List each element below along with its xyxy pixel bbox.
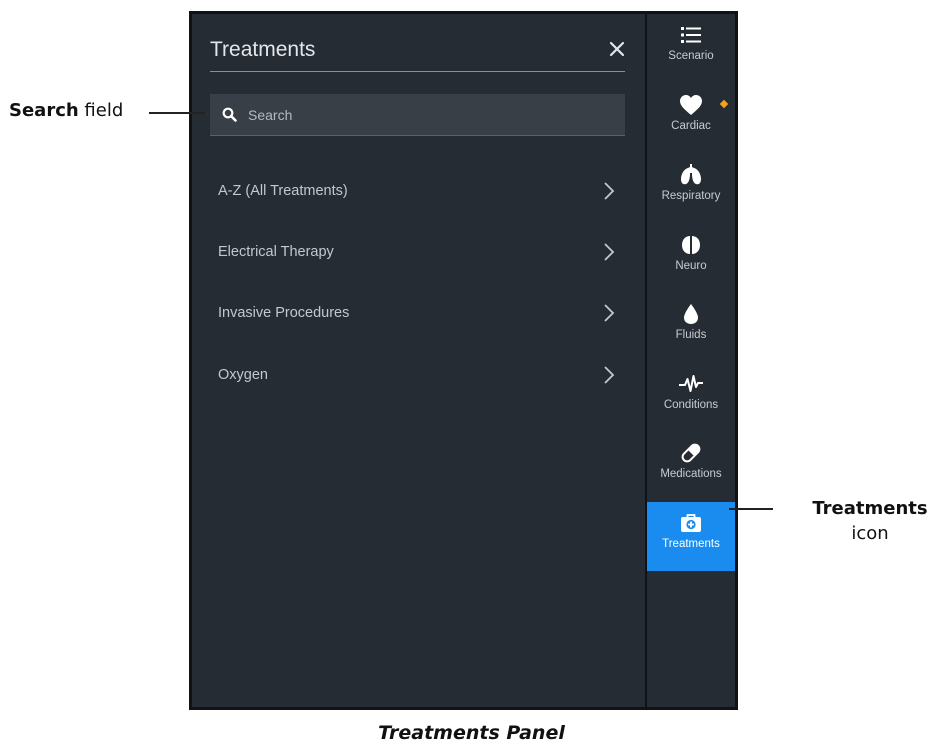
list-item-a-z[interactable]: A-Z (All Treatments) <box>210 171 625 211</box>
list-item-label: Invasive Procedures <box>218 305 350 321</box>
nav-item-label: Neuro <box>675 260 707 272</box>
nav-item-label: Treatments <box>662 538 720 550</box>
search-input[interactable] <box>246 105 610 124</box>
chevron-right-icon <box>604 366 615 384</box>
medical-kit-icon <box>680 510 702 536</box>
list-item-label: Oxygen <box>218 367 268 383</box>
callout-line <box>729 508 773 510</box>
callout-bold-text: Search <box>9 100 79 121</box>
nav-item-medications[interactable]: Medications <box>647 432 735 501</box>
app-window: Treatments A-Z (All Treatments) Electric… <box>189 11 738 710</box>
heart-icon <box>679 92 703 118</box>
figure-caption: Treatments Panel <box>378 722 565 744</box>
callout-bold-text: Treatments <box>812 498 928 519</box>
nav-item-label: Cardiac <box>671 120 711 132</box>
nav-item-fluids[interactable]: Fluids <box>647 293 735 362</box>
chevron-right-icon <box>604 182 615 200</box>
search-field[interactable] <box>210 94 625 136</box>
list-item-electrical-therapy[interactable]: Electrical Therapy <box>210 232 625 272</box>
nav-item-label: Scenario <box>668 50 714 62</box>
nav-item-cardiac[interactable]: Cardiac <box>647 84 735 153</box>
nav-item-treatments[interactable]: Treatments <box>647 502 735 571</box>
lungs-icon <box>680 162 702 188</box>
close-button[interactable] <box>605 36 629 62</box>
alert-badge <box>719 99 729 109</box>
list-icon <box>680 22 702 48</box>
brain-icon <box>680 232 702 258</box>
nav-item-respiratory[interactable]: Respiratory <box>647 154 735 223</box>
panel-title: Treatments <box>210 38 316 61</box>
list-item-label: A-Z (All Treatments) <box>218 183 348 199</box>
nav-item-scenario[interactable]: Scenario <box>647 14 735 83</box>
nav-item-label: Medications <box>660 468 722 480</box>
droplet-icon <box>683 301 699 327</box>
side-navigation: Scenario Cardiac Respiratory Neuro Fluid… <box>647 14 735 707</box>
close-icon <box>609 41 625 57</box>
pill-icon <box>679 440 703 466</box>
list-item-oxygen[interactable]: Oxygen <box>210 355 625 395</box>
nav-item-neuro[interactable]: Neuro <box>647 224 735 293</box>
search-icon <box>222 107 238 123</box>
nav-item-label: Fluids <box>675 329 707 341</box>
treatments-panel: Treatments A-Z (All Treatments) Electric… <box>192 14 645 707</box>
nav-item-label: Conditions <box>663 399 719 411</box>
search-field-callout: Search field <box>9 100 123 121</box>
pulse-icon <box>678 371 704 397</box>
title-divider <box>210 71 625 72</box>
callout-line <box>149 112 205 114</box>
list-item-label: Electrical Therapy <box>218 244 334 260</box>
chevron-right-icon <box>604 304 615 322</box>
nav-item-conditions[interactable]: Conditions <box>647 363 735 432</box>
chevron-right-icon <box>604 243 615 261</box>
nav-item-label: Respiratory <box>661 190 721 202</box>
callout-text: icon <box>851 523 889 544</box>
treatments-icon-callout: Treatments icon <box>797 496 943 546</box>
callout-text: field <box>78 100 124 121</box>
list-item-invasive-procedures[interactable]: Invasive Procedures <box>210 293 625 333</box>
